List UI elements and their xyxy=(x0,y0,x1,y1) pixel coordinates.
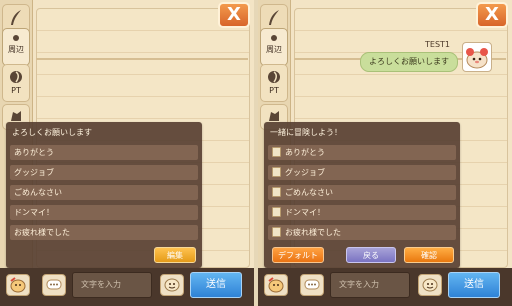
nearby-icon xyxy=(13,35,19,41)
tab-party[interactable]: PT xyxy=(2,64,30,102)
phrase-popup: よろしくお願いします ありがとう グッジョブ ごめんなさい ドンマイ！ お疲れ様… xyxy=(6,122,202,268)
send-button[interactable]: 送信 xyxy=(448,272,500,298)
phrase-button[interactable] xyxy=(300,274,324,296)
nearby-icon xyxy=(271,35,277,41)
chat-input[interactable]: 文字を入力 xyxy=(72,272,152,298)
close-button[interactable]: X xyxy=(476,2,508,28)
phrase-item[interactable]: ありがとう xyxy=(10,145,198,160)
quill-icon xyxy=(269,10,279,25)
phrase-popup-header[interactable]: 一緒に冒険しよう！ xyxy=(264,122,460,142)
tab-nearby-label: 周辺 xyxy=(8,45,24,54)
document-icon xyxy=(272,166,281,177)
chat-panel-edit: 周辺 PT X よろしくお願いします ありがとう グッジョブ ごめんなさい ドン… xyxy=(0,0,254,306)
tab-nearby-label: 周辺 xyxy=(266,45,282,54)
phrase-item[interactable]: ありがとう xyxy=(268,145,456,160)
phrase-item[interactable]: ごめんなさい xyxy=(10,185,198,200)
stamp-icon xyxy=(164,278,180,292)
tab-party[interactable]: PT xyxy=(260,64,288,102)
phrase-item[interactable]: お疲れ様でした xyxy=(268,225,456,240)
avatar xyxy=(462,42,492,72)
chat-input[interactable]: 文字を入力 xyxy=(330,272,410,298)
chat-input-bar: 文字を入力 送信 xyxy=(0,268,254,306)
emote-button[interactable] xyxy=(264,274,288,296)
edit-button[interactable]: 編集 xyxy=(154,247,196,263)
send-button[interactable]: 送信 xyxy=(190,272,242,298)
tab-party-label: PT xyxy=(269,86,279,95)
chat-panel-phrases: 周辺 PT X TEST1 よろしくお願いします 一緒に冒険しよう！ ありがとう… xyxy=(258,0,512,306)
tab-nearby[interactable]: 周辺 xyxy=(260,28,288,66)
emote-icon xyxy=(268,277,284,293)
stamp-button[interactable] xyxy=(418,274,442,296)
confirm-button[interactable]: 確認 xyxy=(404,247,454,263)
party-icon xyxy=(10,71,22,83)
document-icon xyxy=(272,206,281,217)
phrase-item[interactable]: グッジョブ xyxy=(10,165,198,180)
document-icon xyxy=(272,226,281,237)
emote-icon xyxy=(10,277,26,293)
default-button[interactable]: デフォルト xyxy=(272,247,324,263)
document-icon xyxy=(272,186,281,197)
tab-party-label: PT xyxy=(11,86,21,95)
party-icon xyxy=(268,71,280,83)
phrase-item-label: お疲れ様でした xyxy=(285,228,341,237)
emote-button[interactable] xyxy=(6,274,30,296)
message-bubble: よろしくお願いします xyxy=(360,52,458,72)
chat-log-header xyxy=(36,8,248,60)
phrase-item[interactable]: グッジョブ xyxy=(268,165,456,180)
close-icon: X xyxy=(227,4,241,25)
back-button[interactable]: 戻る xyxy=(346,247,396,263)
phrase-item[interactable]: ドンマイ！ xyxy=(10,205,198,220)
phrase-item[interactable]: ドンマイ！ xyxy=(268,205,456,220)
guild-icon xyxy=(269,111,279,121)
message-sender: TEST1 xyxy=(425,40,450,49)
phrase-item[interactable]: ごめんなさい xyxy=(268,185,456,200)
quill-icon xyxy=(11,10,21,25)
stamp-button[interactable] xyxy=(160,274,184,296)
phrase-item-label: ごめんなさい xyxy=(285,188,333,197)
phrase-item[interactable]: お疲れ様でした xyxy=(10,225,198,240)
phrase-item-label: ドンマイ！ xyxy=(285,208,325,217)
hamster-avatar-icon xyxy=(466,48,488,69)
phrase-item-label: グッジョブ xyxy=(285,168,325,177)
document-icon xyxy=(272,146,281,157)
tab-nearby[interactable]: 周辺 xyxy=(2,28,30,66)
phrase-popup-header[interactable]: よろしくお願いします xyxy=(6,122,202,142)
phrase-item-label: ありがとう xyxy=(285,148,325,157)
phrase-popup: 一緒に冒険しよう！ ありがとう グッジョブ ごめんなさい ドンマイ！ お疲れ様で… xyxy=(264,122,460,268)
close-icon: X xyxy=(485,4,499,25)
guild-icon xyxy=(11,111,21,121)
phrase-button[interactable] xyxy=(42,274,66,296)
chat-input-bar: 文字を入力 送信 xyxy=(258,268,512,306)
close-button[interactable]: X xyxy=(218,2,250,28)
speech-bubble-icon xyxy=(304,279,320,290)
stamp-icon xyxy=(422,278,438,292)
speech-bubble-icon xyxy=(46,279,62,290)
